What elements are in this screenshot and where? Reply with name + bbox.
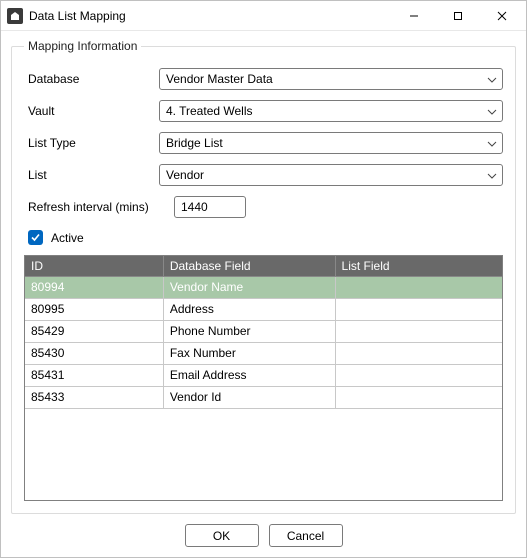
maximize-button[interactable]	[436, 2, 480, 30]
dialog-window: Data List Mapping Mapping Information Da…	[0, 0, 527, 558]
dialog-buttons: OK Cancel	[11, 514, 516, 547]
cell-dbField[interactable]: Fax Number	[163, 342, 335, 364]
app-icon	[7, 8, 23, 24]
group-legend: Mapping Information	[24, 39, 141, 53]
refresh-interval-input[interactable]	[174, 196, 246, 218]
chevron-down-icon	[487, 72, 497, 86]
vault-value: 4. Treated Wells	[166, 104, 252, 118]
cell-listField[interactable]	[335, 342, 502, 364]
cell-listField[interactable]	[335, 276, 502, 298]
cell-dbField[interactable]: Phone Number	[163, 320, 335, 342]
list-select[interactable]: Vendor	[159, 164, 503, 186]
row-list: List Vendor	[24, 164, 503, 186]
grid-header-row: ID Database Field List Field	[25, 256, 502, 276]
label-vault: Vault	[24, 104, 159, 118]
label-database: Database	[24, 72, 159, 86]
window-controls	[392, 2, 524, 30]
list-value: Vendor	[166, 168, 204, 182]
row-refresh: Refresh interval (mins)	[24, 196, 503, 218]
cell-listField[interactable]	[335, 298, 502, 320]
label-refresh: Refresh interval (mins)	[24, 200, 174, 214]
header-database-field[interactable]: Database Field	[163, 256, 335, 276]
cell-dbField[interactable]: Vendor Id	[163, 386, 335, 408]
chevron-down-icon	[487, 136, 497, 150]
cell-id[interactable]: 80995	[25, 298, 163, 320]
vault-select[interactable]: 4. Treated Wells	[159, 100, 503, 122]
label-active: Active	[51, 231, 84, 245]
cell-dbField[interactable]: Vendor Name	[163, 276, 335, 298]
client-area: Mapping Information Database Vendor Mast…	[1, 31, 526, 557]
mapping-information-group: Mapping Information Database Vendor Mast…	[11, 39, 516, 514]
row-vault: Vault 4. Treated Wells	[24, 100, 503, 122]
cell-id[interactable]: 85433	[25, 386, 163, 408]
window-title: Data List Mapping	[29, 9, 392, 23]
cancel-button[interactable]: Cancel	[269, 524, 343, 547]
table-row[interactable]: 85430Fax Number	[25, 342, 502, 364]
database-select[interactable]: Vendor Master Data	[159, 68, 503, 90]
table-row[interactable]: 85429Phone Number	[25, 320, 502, 342]
chevron-down-icon	[487, 104, 497, 118]
cell-id[interactable]: 85429	[25, 320, 163, 342]
chevron-down-icon	[487, 168, 497, 182]
table-row[interactable]: 80994Vendor Name	[25, 276, 502, 298]
row-active: Active	[28, 230, 503, 245]
active-checkbox[interactable]	[28, 230, 43, 245]
cell-listField[interactable]	[335, 386, 502, 408]
cell-id[interactable]: 80994	[25, 276, 163, 298]
label-list: List	[24, 168, 159, 182]
header-id[interactable]: ID	[25, 256, 163, 276]
table-row[interactable]: 80995Address	[25, 298, 502, 320]
cell-listField[interactable]	[335, 364, 502, 386]
row-database: Database Vendor Master Data	[24, 68, 503, 90]
cell-listField[interactable]	[335, 320, 502, 342]
cell-id[interactable]: 85431	[25, 364, 163, 386]
mapping-grid[interactable]: ID Database Field List Field 80994Vendor…	[24, 255, 503, 501]
cell-id[interactable]: 85430	[25, 342, 163, 364]
header-list-field[interactable]: List Field	[335, 256, 502, 276]
close-button[interactable]	[480, 2, 524, 30]
cell-dbField[interactable]: Email Address	[163, 364, 335, 386]
row-list-type: List Type Bridge List	[24, 132, 503, 154]
table-row[interactable]: 85433Vendor Id	[25, 386, 502, 408]
minimize-button[interactable]	[392, 2, 436, 30]
list-type-select[interactable]: Bridge List	[159, 132, 503, 154]
database-value: Vendor Master Data	[166, 72, 273, 86]
ok-button[interactable]: OK	[185, 524, 259, 547]
table-row[interactable]: 85431Email Address	[25, 364, 502, 386]
label-list-type: List Type	[24, 136, 159, 150]
cell-dbField[interactable]: Address	[163, 298, 335, 320]
list-type-value: Bridge List	[166, 136, 223, 150]
titlebar: Data List Mapping	[1, 1, 526, 31]
